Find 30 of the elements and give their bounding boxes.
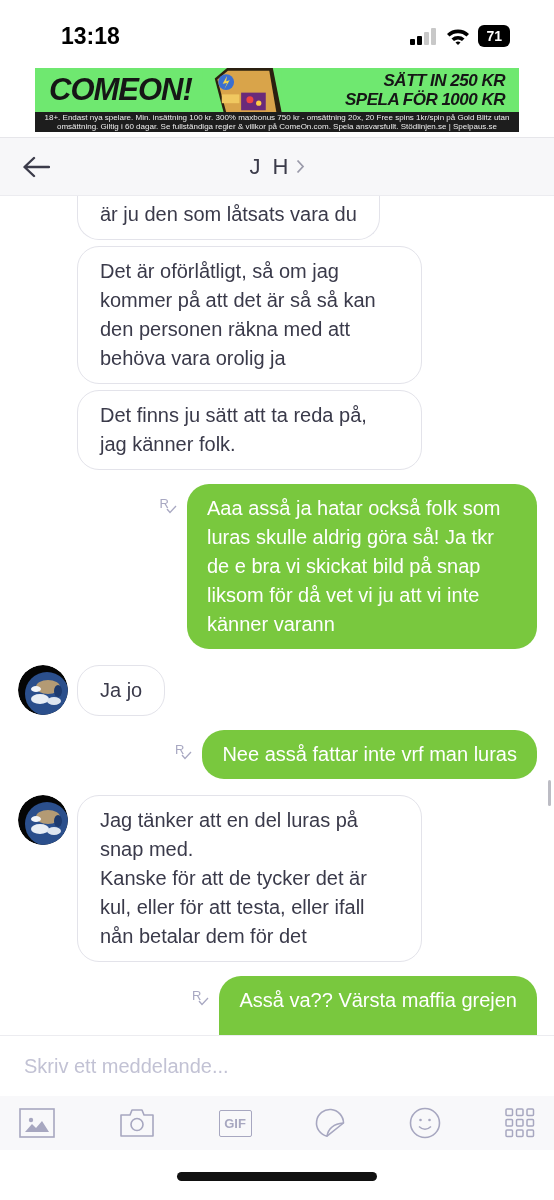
ad-brand: COMEON! (49, 72, 192, 108)
ad-headline: SÄTT IN 250 KR (383, 71, 505, 90)
clock: 13:18 (61, 21, 121, 50)
grid-icon[interactable] (505, 1108, 535, 1138)
message-bubble: Nee asså fattar inte vrf man luras (202, 730, 537, 779)
camera-icon[interactable] (118, 1108, 155, 1138)
message-bubble: Jag tänker att en del luras på snap med. Kanske för att de tycker det är kul, eller för att testa, eller ifall nån betalar dem för det (77, 795, 422, 962)
signal-icon (410, 27, 439, 45)
scroll-indicator (548, 780, 551, 806)
chevron-icon[interactable] (295, 159, 305, 174)
emoji-icon[interactable] (409, 1107, 442, 1139)
ad-disclaimer: 18+. Endast nya spelare. Min. insättning 100 kr. 300% maxbonus 750 kr - omsättning 20x, 20 Free spins 1kr/spin på Gold Blitz utan omsättning. Giltig i 60 dagar. Se fullständiga regler & villkor på ComeOn.com. Spela ansvarsfullt. Stödlinjen.se | Spelpaus.se (35, 112, 519, 132)
message-bubble: Asså va?? Värsta maffia grejen (219, 976, 537, 1035)
sticker-icon[interactable] (315, 1108, 346, 1138)
message-bubble: Aaa asså ja hatar också folk som luras skulle aldrig göra så! Ja tkr de e bra vi skickat bild på snap liksom för då vet vi ju att vi inte känner varann (187, 484, 537, 649)
read-receipt: R (159, 496, 177, 514)
chat-title[interactable]: J H (249, 153, 292, 180)
ad-banner[interactable] (35, 68, 519, 132)
message-bubble: Det är oförlåtligt, så om jag kommer på att det är så så kan den personen räkna med att behöva vara orolig ja (77, 246, 422, 384)
image-icon[interactable] (19, 1108, 55, 1138)
battery-level: 71 (478, 25, 510, 47)
ad-headline: SPELA FÖR 1000 KR (345, 90, 505, 109)
message-bubble: är ju den som låtsats vara du (77, 196, 380, 240)
message-bubble: Det finns ju sätt att ta reda på, jag känner folk. (77, 390, 422, 470)
message-input[interactable]: Skriv ett meddelande... (24, 1054, 530, 1078)
back-arrow-icon[interactable] (22, 155, 50, 178)
read-receipt: R (175, 742, 193, 760)
wifi-icon (446, 27, 471, 45)
read-receipt: R (192, 988, 210, 1006)
message-bubble: Ja jo (77, 665, 166, 716)
